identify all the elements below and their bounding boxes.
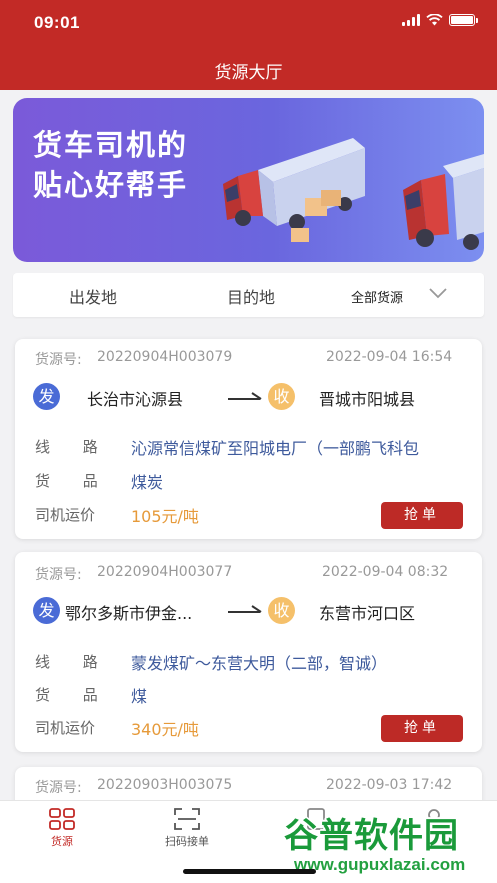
source-no-label: 货源号: bbox=[35, 780, 82, 796]
source-no-label: 货源号: bbox=[35, 352, 82, 368]
truck-illustration bbox=[223, 138, 484, 250]
route-value: 沁源常信煤矿至阳城电厂（一部鹏飞科包 bbox=[131, 439, 420, 458]
source-no: 20220904H003079 bbox=[97, 349, 233, 365]
route-value: 蒙发煤矿～东营大明（二部，智诚） bbox=[131, 654, 388, 673]
goods-value: 煤 bbox=[131, 687, 148, 706]
route-label: 线 路 bbox=[35, 438, 112, 456]
arrow-right-icon bbox=[228, 605, 262, 613]
post-datetime: 2022-09-04 08:32 bbox=[322, 564, 449, 580]
promo-banner[interactable]: 货车司机的 贴心好帮手 bbox=[13, 98, 484, 262]
grid-icon bbox=[49, 808, 75, 830]
origin-city: 长治市沁源县 bbox=[87, 390, 184, 409]
post-datetime: 2022-09-03 17:42 bbox=[326, 777, 453, 793]
watermark-url: www.gupuxlazai.com bbox=[294, 855, 466, 874]
app-header: 09:01 货源大厅 bbox=[0, 0, 497, 90]
wifi-icon bbox=[426, 14, 443, 26]
route-label: 线 路 bbox=[35, 653, 112, 671]
banner-line-1: 货车司机的 bbox=[33, 128, 189, 162]
tab-scan-label: 扫码接单 bbox=[165, 835, 209, 848]
price-value: 340元/吨 bbox=[131, 720, 199, 739]
origin-tag: 发 bbox=[33, 383, 60, 410]
grab-order-button[interactable]: 抢单 bbox=[381, 502, 463, 529]
price-label: 司机运价 bbox=[35, 719, 96, 737]
destination-tag: 收 bbox=[268, 597, 295, 624]
goods-label: 货 品 bbox=[35, 472, 112, 490]
goods-label: 货 品 bbox=[35, 686, 112, 704]
grab-order-button[interactable]: 抢单 bbox=[381, 715, 463, 742]
status-icons bbox=[402, 14, 478, 26]
origin-tag: 发 bbox=[33, 597, 60, 624]
tab-cargo-label: 货源 bbox=[51, 835, 73, 848]
chevron-down-icon[interactable] bbox=[429, 287, 447, 299]
price-label: 司机运价 bbox=[35, 506, 96, 524]
filter-bar: 出发地 目的地 全部货源 bbox=[13, 273, 484, 317]
goods-value: 煤炭 bbox=[131, 473, 164, 492]
watermark-text: 谷普软件园 bbox=[284, 816, 459, 856]
destination-tag: 收 bbox=[268, 383, 295, 410]
destination-filter[interactable]: 目的地 bbox=[227, 284, 275, 308]
origin-filter[interactable]: 出发地 bbox=[69, 284, 117, 308]
home-indicator[interactable] bbox=[183, 869, 316, 874]
source-no: 20220904H003077 bbox=[97, 564, 233, 580]
battery-icon bbox=[449, 14, 478, 26]
banner-line-2: 贴心好帮手 bbox=[33, 168, 189, 202]
tab-scan[interactable]: 扫码接单 bbox=[152, 808, 222, 849]
post-datetime: 2022-09-04 16:54 bbox=[326, 349, 453, 365]
cargo-type-filter[interactable]: 全部货源 bbox=[351, 287, 403, 306]
signal-icon bbox=[402, 14, 420, 26]
destination-city: 晋城市阳城县 bbox=[319, 390, 416, 409]
tab-cargo[interactable]: 货源 bbox=[36, 808, 88, 849]
source-no: 20220903H003075 bbox=[97, 777, 233, 793]
scan-icon bbox=[174, 808, 200, 830]
cargo-card[interactable]: 货源号: 20220904H003077 2022-09-04 08:32 发 … bbox=[15, 552, 482, 752]
page-title: 货源大厅 bbox=[214, 63, 283, 83]
source-no-label: 货源号: bbox=[35, 567, 82, 583]
cargo-card[interactable]: 货源号: 20220904H003079 2022-09-04 16:54 发 … bbox=[15, 339, 482, 539]
status-time: 09:01 bbox=[34, 13, 80, 32]
origin-city: 鄂尔多斯市伊金... bbox=[65, 604, 193, 623]
destination-city: 东营市河口区 bbox=[319, 604, 416, 623]
price-value: 105元/吨 bbox=[131, 507, 199, 526]
arrow-right-icon bbox=[228, 392, 262, 400]
